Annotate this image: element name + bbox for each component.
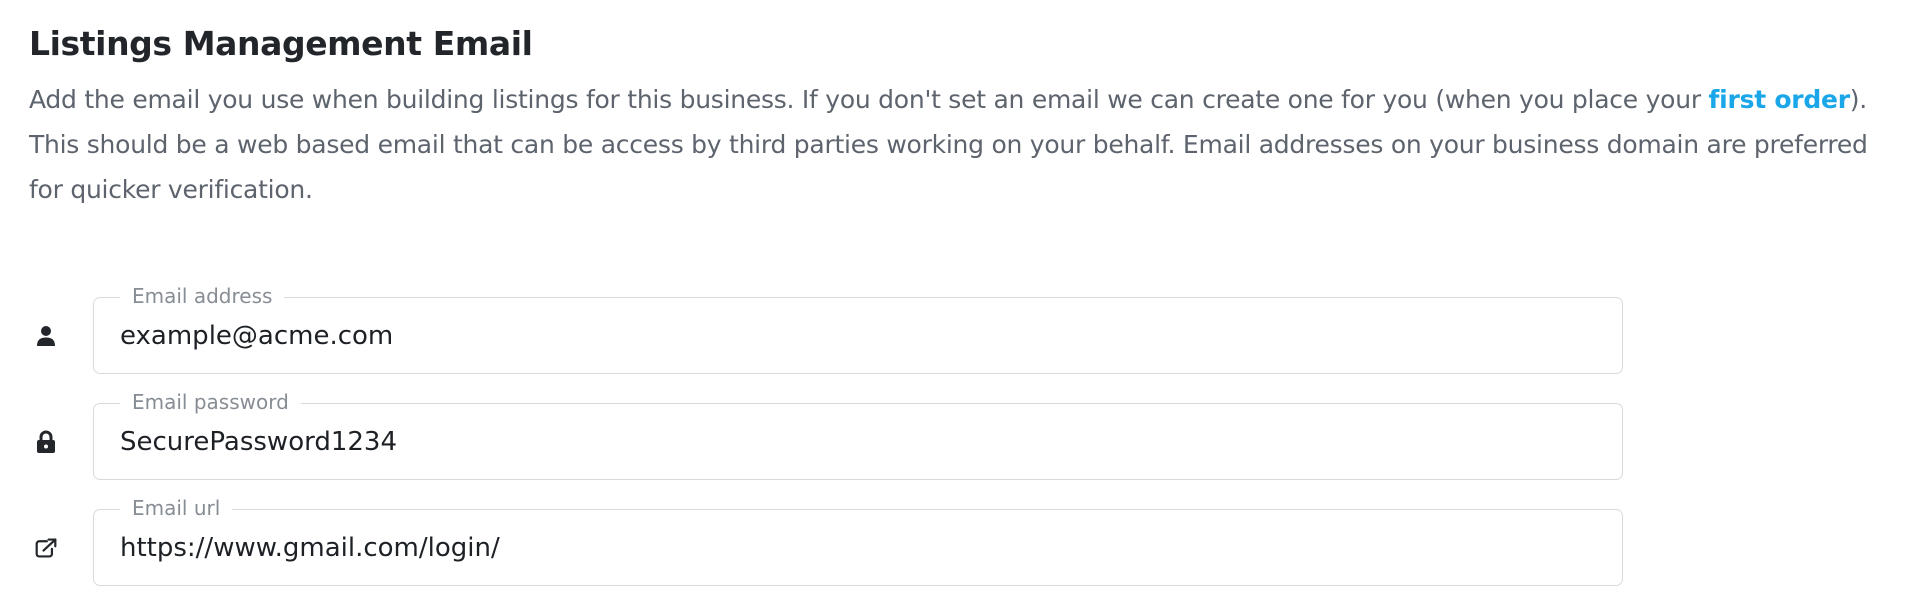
description-paragraph-1: Add the email you use when building list… xyxy=(29,77,1884,122)
description-text-before-link: Add the email you use when building list… xyxy=(29,85,1709,114)
email-url-field: Email url xyxy=(93,496,1623,586)
email-password-field: Email password xyxy=(93,390,1623,480)
description-text-after-link: ). xyxy=(1849,85,1867,114)
external-link-icon xyxy=(35,536,57,560)
section-title: Listings Management Email xyxy=(29,24,533,63)
email-password-row: Email password xyxy=(29,390,1623,481)
email-password-label: Email password xyxy=(120,390,301,414)
first-order-link[interactable]: first order xyxy=(1709,85,1851,114)
section-description: Add the email you use when building list… xyxy=(29,77,1884,212)
description-paragraph-2: This should be a web based email that ca… xyxy=(29,130,1868,204)
user-icon xyxy=(35,324,57,348)
email-address-row: Email address xyxy=(29,284,1623,375)
email-url-input[interactable] xyxy=(120,530,1590,566)
email-url-label: Email url xyxy=(120,496,233,520)
email-address-label: Email address xyxy=(120,284,285,308)
email-password-input[interactable] xyxy=(120,424,1590,460)
email-url-row: Email url xyxy=(29,496,1623,587)
email-address-field: Email address xyxy=(93,284,1623,374)
email-address-input[interactable] xyxy=(120,318,1590,354)
lock-icon xyxy=(35,430,57,454)
